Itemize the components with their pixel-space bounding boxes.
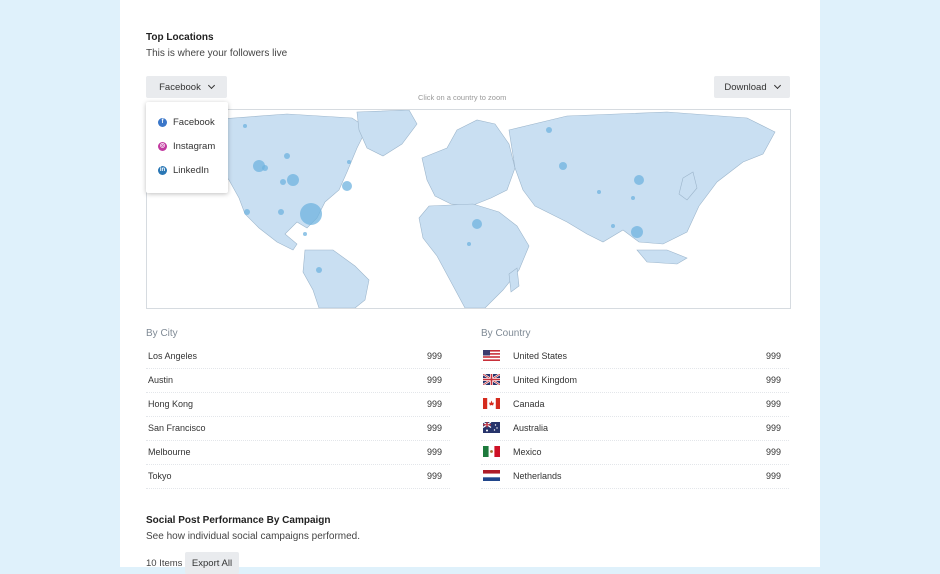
city-value: 999 [426, 351, 442, 361]
canada-flag-icon [483, 398, 500, 409]
city-row: Los Angeles 999 [146, 344, 450, 369]
city-bubble [316, 267, 322, 273]
country-row: Australia 999 [481, 416, 789, 441]
network-dropdown-menu: f Facebook ◎ Instagram in LinkedIn [146, 102, 228, 193]
country-value: 999 [765, 471, 781, 481]
city-name: Austin [148, 375, 174, 385]
instagram-icon: ◎ [158, 142, 167, 151]
city-bubble [280, 179, 286, 185]
country-name: Netherlands [513, 471, 562, 481]
facebook-icon: f [158, 118, 167, 127]
city-bubble [243, 124, 247, 128]
menu-item-label: LinkedIn [173, 165, 209, 176]
menu-item-label: Facebook [173, 117, 215, 128]
netherlands-flag-icon [483, 470, 500, 481]
mexico-flag-icon [483, 446, 500, 457]
city-bubble [347, 160, 351, 164]
country-value: 999 [765, 447, 781, 457]
city-bubble [300, 203, 322, 225]
city-bubble [262, 165, 268, 171]
linkedin-icon: in [158, 166, 167, 175]
city-bubble [631, 226, 643, 238]
city-row: San Francisco 999 [146, 416, 450, 441]
download-label: Download [724, 81, 767, 93]
city-bubble [472, 219, 482, 229]
city-bubble [303, 232, 307, 236]
campaign-title: Social Post Performance By Campaign [146, 515, 331, 526]
campaign-subtitle: See how individual social campaigns perf… [146, 531, 361, 542]
city-bubble [284, 153, 290, 159]
country-row: United Kingdom 999 [481, 368, 789, 393]
city-value: 999 [426, 471, 442, 481]
country-value: 999 [765, 423, 781, 433]
city-bubble [467, 242, 471, 246]
country-africa [418, 203, 530, 308]
country-name: Australia [513, 423, 549, 433]
country-europe [421, 119, 516, 207]
country-name: Mexico [513, 447, 542, 457]
download-button[interactable]: Download [714, 76, 790, 98]
city-value: 999 [426, 399, 442, 409]
country-name: United Kingdom [513, 375, 578, 385]
city-bubble [287, 174, 299, 186]
country-value: 999 [765, 399, 781, 409]
country-row: United States 999 [481, 344, 789, 369]
city-bubble [278, 209, 284, 215]
menu-item-instagram[interactable]: ◎ Instagram [158, 141, 215, 152]
country-row: Mexico 999 [481, 440, 789, 465]
uk-flag-icon [482, 373, 501, 386]
items-count: 10 Items [146, 558, 183, 569]
city-name: Hong Kong [148, 399, 194, 409]
city-name: Melbourne [148, 447, 191, 457]
australia-flag-icon [482, 421, 500, 433]
city-row: Austin 999 [146, 368, 450, 393]
country-name: United States [513, 351, 568, 361]
network-select-value: Facebook [159, 81, 201, 93]
country-name: Canada [513, 399, 545, 409]
country-row: Netherlands 999 [481, 464, 789, 489]
country-value: 999 [765, 351, 781, 361]
menu-item-facebook[interactable]: f Facebook [158, 117, 215, 128]
city-value: 999 [426, 375, 442, 385]
city-bubble [342, 181, 352, 191]
city-bubble [611, 224, 615, 228]
country-greenland [356, 110, 418, 157]
city-bubble [631, 196, 635, 200]
menu-item-label: Instagram [173, 141, 216, 152]
city-value: 999 [426, 423, 442, 433]
city-bubble [244, 209, 250, 215]
city-row: Tokyo 999 [146, 464, 450, 489]
world-map[interactable] [146, 109, 791, 309]
city-name: Tokyo [148, 471, 172, 481]
us-flag-icon [483, 350, 500, 361]
city-row: Hong Kong 999 [146, 392, 450, 417]
by-city-title: By City [146, 328, 178, 339]
chevron-down-icon [773, 81, 781, 90]
menu-item-linkedin[interactable]: in LinkedIn [158, 165, 209, 176]
export-all-button[interactable]: Export All [185, 552, 239, 574]
city-name: San Francisco [148, 423, 206, 433]
country-value: 999 [765, 375, 781, 385]
chevron-down-icon [207, 81, 215, 90]
city-bubble [634, 175, 644, 185]
country-south-america [302, 249, 370, 308]
by-country-title: By Country [481, 328, 531, 339]
city-name: Los Angeles [148, 351, 198, 361]
top-locations-title: Top Locations [146, 32, 214, 43]
world-map-svg[interactable] [147, 110, 790, 308]
city-bubble [546, 127, 552, 133]
city-bubble [559, 162, 567, 170]
country-row: Canada 999 [481, 392, 789, 417]
network-select[interactable]: Facebook [146, 76, 227, 98]
city-value: 999 [426, 447, 442, 457]
country-indonesia [636, 249, 688, 265]
city-bubble [597, 190, 601, 194]
top-locations-subtitle: This is where your followers live [146, 48, 288, 59]
city-row: Melbourne 999 [146, 440, 450, 465]
map-hint: Click on a country to zoom [418, 93, 507, 102]
